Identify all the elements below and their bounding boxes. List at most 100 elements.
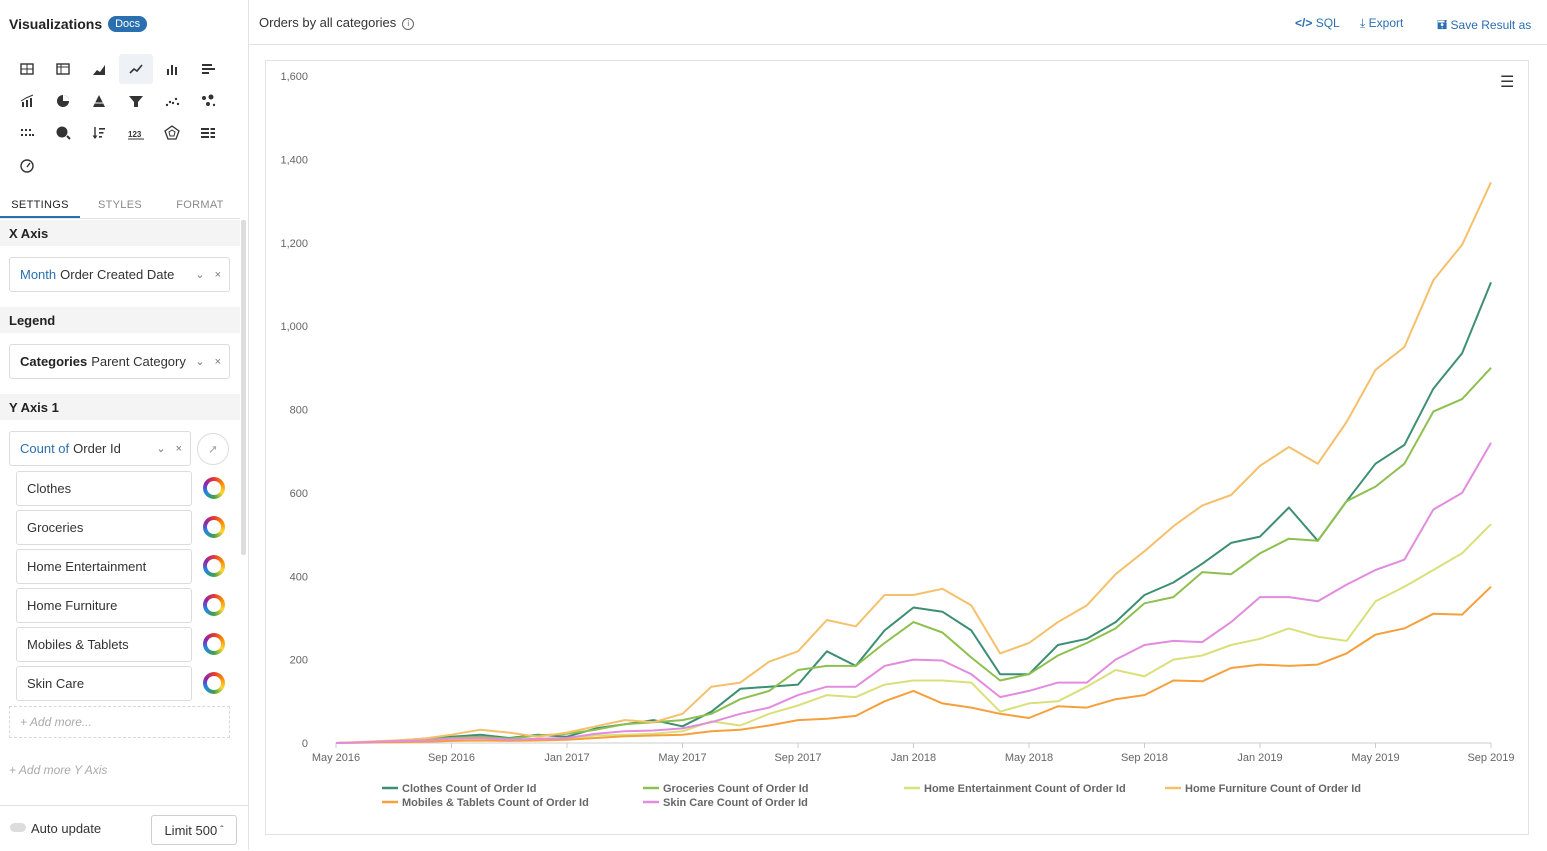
auto-update-toggle[interactable]: [10, 823, 26, 832]
pivot-table-icon[interactable]: [46, 54, 80, 84]
sidebar-footer: Auto update Limit 500 ˆ: [0, 805, 248, 851]
legend-field-name: Parent Category: [91, 354, 186, 369]
color-picker-icon[interactable]: [203, 516, 225, 538]
combo-chart-icon[interactable]: [10, 86, 44, 116]
y-axis-prefix: Count of: [20, 441, 70, 456]
y-axis-settings-button[interactable]: ➚: [197, 433, 229, 465]
category-item-clothes[interactable]: Clothes: [16, 471, 192, 506]
scatter-icon[interactable]: [155, 86, 189, 116]
y-tick-label: 400: [290, 571, 308, 583]
limit-button[interactable]: Limit 500 ˆ: [151, 815, 237, 845]
legend-item: Skin Care Count of Order Id: [663, 797, 808, 809]
page-title: Orders by all categories i: [259, 15, 415, 30]
sidebar-header: Visualizations Docs: [9, 14, 148, 34]
color-picker-icon[interactable]: [203, 555, 225, 577]
settings-tabs: SETTINGS STYLES FORMAT: [0, 196, 240, 219]
close-icon[interactable]: ×: [176, 443, 182, 455]
y-tick-label: 1,400: [280, 154, 308, 166]
chevron-down-icon[interactable]: ⌄: [156, 442, 165, 455]
line-chart-icon[interactable]: [119, 54, 153, 84]
tab-format[interactable]: FORMAT: [160, 196, 240, 218]
x-tick-label: Sep 2017: [774, 752, 821, 764]
add-more-button[interactable]: + Add more...: [9, 706, 230, 738]
heatmap-icon[interactable]: [10, 118, 44, 148]
funnel-icon[interactable]: [119, 86, 153, 116]
x-tick-label: May 2016: [312, 752, 360, 764]
x-axis-field-name: Order Created Date: [60, 267, 175, 282]
legend-prefix: Categories: [20, 354, 88, 369]
bubble-icon[interactable]: [191, 86, 225, 116]
globe-map-icon[interactable]: [46, 118, 80, 148]
legend-header: Legend: [0, 307, 240, 333]
close-icon[interactable]: ×: [215, 356, 221, 368]
result-toolbar: Orders by all categories i </> SQL ⤓ Expo…: [249, 0, 1547, 45]
area-chart-icon[interactable]: [82, 54, 116, 84]
x-tick-label: Sep 2016: [428, 752, 475, 764]
close-icon[interactable]: ×: [215, 269, 221, 281]
chart-title: Orders by all categories: [259, 15, 397, 30]
info-icon[interactable]: i: [402, 17, 415, 30]
save-icon: 🖬: [1437, 18, 1448, 32]
x-tick-label: Sep 2019: [1467, 752, 1514, 764]
sql-label: SQL: [1315, 16, 1340, 30]
color-picker-icon[interactable]: [203, 477, 225, 499]
y-tick-label: 600: [290, 488, 308, 500]
table-icon[interactable]: [10, 54, 44, 84]
x-tick-label: Jan 2017: [544, 752, 589, 764]
x-axis-field[interactable]: Month Order Created Date ⌄ ×: [9, 257, 230, 292]
color-picker-icon[interactable]: [203, 672, 225, 694]
add-y-axis-link[interactable]: + Add more Y Axis: [9, 763, 107, 777]
sidebar-scrollbar[interactable]: [241, 220, 246, 555]
color-picker-icon[interactable]: [203, 594, 225, 616]
horizontal-bar-icon[interactable]: [191, 54, 225, 84]
category-item-mobiles-tablets[interactable]: Mobiles & Tablets: [16, 627, 192, 662]
x-tick-label: Jan 2018: [891, 752, 936, 764]
x-axis-header: X Axis: [0, 220, 240, 246]
bar-chart-icon[interactable]: [155, 54, 189, 84]
radar-icon[interactable]: [155, 118, 189, 148]
pie-chart-icon[interactable]: [46, 86, 80, 116]
chevron-down-icon[interactable]: ⌄: [195, 355, 204, 368]
save-label: Save Result as: [1450, 18, 1532, 32]
category-item-groceries[interactable]: Groceries: [16, 510, 192, 545]
series-line-5: [335, 442, 1492, 744]
x-axis-prefix: Month: [20, 267, 57, 282]
export-label: Export: [1368, 16, 1404, 30]
x-tick-label: May 2017: [658, 752, 706, 764]
category-item-home-entertainment[interactable]: Home Entertainment: [16, 549, 192, 584]
category-item-skin-care[interactable]: Skin Care: [16, 666, 192, 701]
svg-text:123: 123: [128, 130, 142, 139]
save-result-button[interactable]: 🖬 Save Result as: [1437, 16, 1531, 37]
y-axis-header: Y Axis 1: [0, 394, 240, 420]
chevron-down-icon[interactable]: ⌄: [195, 268, 204, 281]
legend-item: Home Entertainment Count of Order Id: [924, 783, 1126, 795]
tab-settings[interactable]: SETTINGS: [0, 196, 80, 218]
export-button[interactable]: ⤓ Export: [1360, 16, 1403, 31]
y-axis-field-name: Order Id: [73, 441, 121, 456]
y-tick-label: 200: [290, 655, 308, 667]
x-tick-label: Jan 2019: [1237, 752, 1282, 764]
y-tick-label: 1,000: [280, 321, 308, 333]
pyramid-icon[interactable]: [82, 86, 116, 116]
y-axis-field[interactable]: Count of Order Id ⌄ ×: [9, 431, 191, 466]
y-tick-label: 800: [290, 405, 308, 417]
legend-item: Home Furniture Count of Order Id: [1185, 783, 1361, 795]
legend-item: Mobiles & Tablets Count of Order Id: [402, 797, 589, 809]
bullet-chart-icon[interactable]: [191, 118, 225, 148]
visualizations-sidebar: Visualizations Docs 123 SETTINGS STYLES …: [0, 0, 249, 851]
sidebar-title: Visualizations: [9, 16, 103, 32]
limit-label: Limit 500: [164, 822, 218, 838]
tab-styles[interactable]: STYLES: [80, 196, 160, 218]
color-picker-icon[interactable]: [203, 633, 225, 655]
legend-item: Clothes Count of Order Id: [402, 783, 536, 795]
sort-icon[interactable]: [82, 118, 116, 148]
series-line-0: [335, 282, 1492, 744]
sql-button[interactable]: </> SQL: [1295, 16, 1340, 30]
legend-field[interactable]: Categories Parent Category ⌄ ×: [9, 344, 230, 379]
wand-icon: ➚: [207, 442, 219, 456]
x-tick-label: May 2018: [1005, 752, 1053, 764]
category-item-home-furniture[interactable]: Home Furniture: [16, 588, 192, 623]
gauge-icon[interactable]: [10, 151, 44, 181]
docs-badge[interactable]: Docs: [108, 16, 148, 32]
number-kpi-icon[interactable]: 123: [119, 118, 153, 148]
